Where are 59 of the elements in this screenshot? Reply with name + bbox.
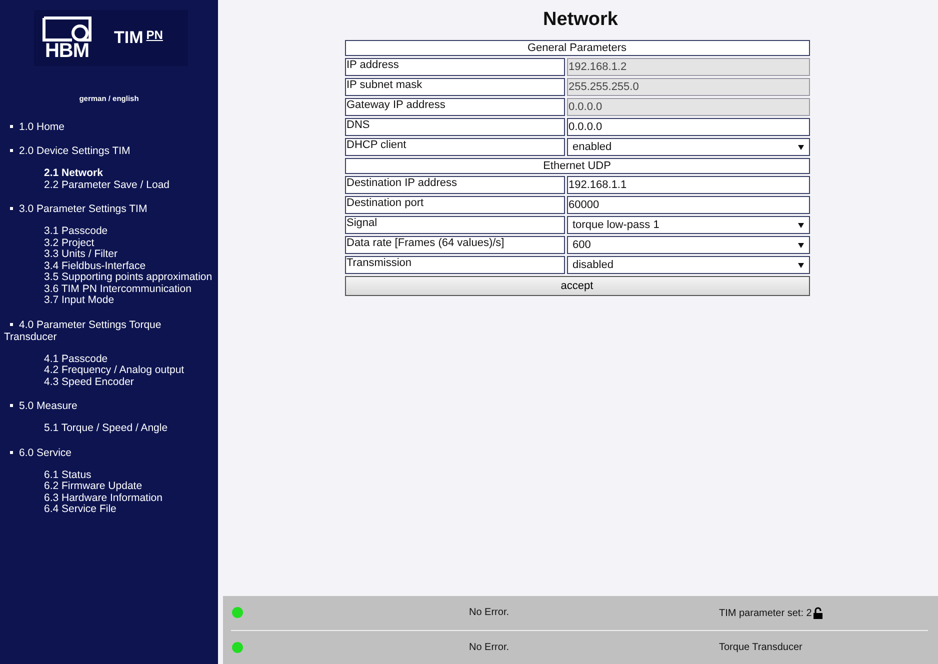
- page-title: Network: [543, 9, 618, 31]
- nav-item[interactable]: 2.0 Device Settings TIM: [0, 139, 176, 163]
- dropdown[interactable]: disabled: [566, 256, 810, 274]
- nav-subitem[interactable]: 3.3 Units / Filter: [44, 249, 218, 260]
- caret-icon: [798, 222, 804, 228]
- nav-item[interactable]: 6.0 Service: [0, 440, 176, 464]
- nav-subitem[interactable]: 6.4 Service File: [44, 504, 218, 516]
- field-label: DNS: [344, 118, 564, 136]
- status-message: No Error.: [469, 642, 510, 653]
- nav-subitem[interactable]: 3.7 Input Mode: [44, 295, 218, 306]
- nav-subitem[interactable]: 3.5 Supporting points approximation: [44, 272, 218, 284]
- status-message: No Error.: [469, 607, 510, 618]
- field-label: DHCP client: [344, 138, 564, 156]
- nav-subitem[interactable]: 4.3 Speed Encoder: [44, 376, 218, 388]
- section-header: Ethernet UDP: [344, 158, 810, 174]
- field-label: Data rate [Frames (64 values)/s]: [344, 236, 564, 254]
- nav-subitem[interactable]: 4.1 Passcode: [44, 354, 218, 365]
- nav-item[interactable]: 3.0 Parameter Settings TIM: [0, 197, 176, 221]
- field-label: Destination IP address: [344, 176, 564, 194]
- bullet-icon: [10, 404, 13, 407]
- bullet-icon: [10, 207, 13, 210]
- nav-subitem[interactable]: 4.2 Frequency / Analog output: [44, 365, 218, 376]
- dropdown[interactable]: torque low-pass 1: [566, 216, 810, 234]
- nav-subitem[interactable]: 6.3 Hardware Information: [44, 492, 218, 504]
- field-label: Transmission: [344, 256, 564, 274]
- nav-item[interactable]: 5.0 Measure: [0, 394, 176, 418]
- nav-subitem[interactable]: 2.1 Network: [44, 168, 218, 180]
- nav-subitem[interactable]: 6.1 Status: [44, 470, 218, 481]
- caret-icon: [798, 242, 804, 248]
- field-label: Gateway IP address: [344, 98, 564, 116]
- bullet-icon: [10, 149, 13, 152]
- nav-item[interactable]: 4.0 Parameter Settings Torque Transducer: [0, 312, 176, 348]
- logo-mark-icon: [42, 16, 92, 42]
- nav-subitem[interactable]: 3.1 Passcode: [44, 226, 218, 238]
- caret-icon: [798, 144, 804, 150]
- nav-item[interactable]: 1.0 Home: [0, 115, 176, 139]
- status-info: Torque Transducer: [719, 642, 802, 653]
- bullet-icon: [10, 450, 13, 454]
- input-field[interactable]: 192.168.1.1: [566, 176, 810, 194]
- input-field[interactable]: 0.0.0.0: [566, 118, 810, 136]
- nav-subitem[interactable]: 2.2 Parameter Save / Load: [44, 180, 218, 191]
- nav-subitem[interactable]: 3.6 TIM PN Intercommunication: [44, 284, 218, 295]
- dropdown[interactable]: enabled: [566, 138, 810, 156]
- caret-icon: [798, 262, 804, 268]
- field-label: IP address: [344, 58, 564, 76]
- field-label: Signal: [344, 216, 564, 234]
- bullet-icon: [10, 322, 13, 326]
- input-field[interactable]: 60000: [566, 196, 810, 214]
- nav-subitem[interactable]: 5.1 Torque / Speed / Angle: [44, 423, 218, 434]
- field-label: IP subnet mask: [344, 78, 564, 96]
- status-info: TIM parameter set: 2: [719, 608, 812, 619]
- bullet-icon: [10, 125, 13, 128]
- field-label: Destination port: [344, 196, 564, 214]
- accept-button[interactable]: accept: [344, 276, 810, 296]
- dropdown[interactable]: 600: [566, 236, 810, 254]
- nav-subitem[interactable]: 6.2 Firmware Update: [44, 481, 218, 492]
- nav-subitem[interactable]: 3.4 Fieldbus-Interface: [44, 260, 218, 272]
- nav-subitem[interactable]: 3.2 Project: [44, 238, 218, 249]
- section-header: General Parameters: [344, 40, 810, 56]
